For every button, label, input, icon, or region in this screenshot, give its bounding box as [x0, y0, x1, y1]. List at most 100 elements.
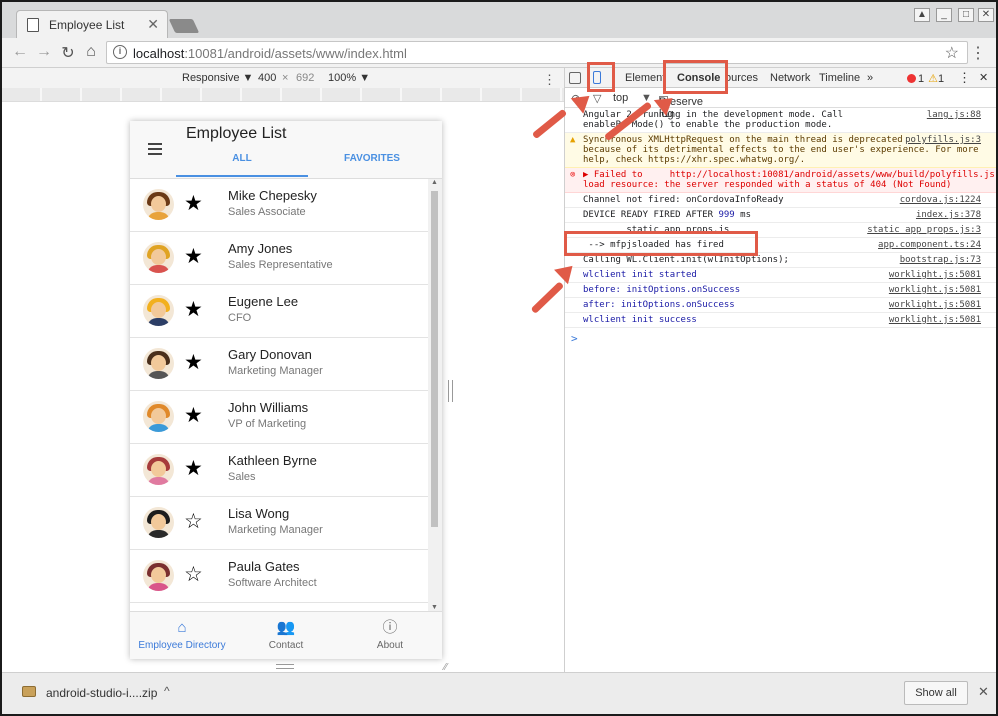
scroll-up-icon[interactable]: ▲	[431, 179, 438, 186]
avatar-body	[147, 424, 170, 432]
reload-icon[interactable]: ↻	[58, 43, 78, 63]
log-message-highlight	[564, 231, 758, 256]
bottom-nav-about[interactable]: ⓘ About	[338, 612, 442, 659]
list-item[interactable]: ★ Mike Chepesky Sales Associate	[130, 179, 428, 232]
warning-icon: ▲	[570, 135, 576, 145]
employee-name: Kathleen Byrne	[228, 453, 317, 468]
employee-role: Marketing Manager	[228, 365, 323, 377]
zoom-select[interactable]: 100% ▼	[328, 72, 370, 84]
list-item[interactable]: ☆ Paula Gates Software Architect	[130, 550, 428, 603]
bottom-nav-label: About	[376, 640, 404, 651]
console-source-link[interactable]: app.component.ts:24	[878, 240, 981, 250]
console-source-link[interactable]: bootstrap.js:73	[900, 255, 981, 265]
device-height-input[interactable]: 692	[296, 72, 314, 84]
list-item[interactable]: ★ Eugene Lee CFO	[130, 285, 428, 338]
context-select[interactable]: top	[613, 92, 628, 104]
device-mode-select[interactable]: Responsive ▼	[182, 72, 253, 84]
employee-role: VP of Marketing	[228, 418, 307, 430]
console-message: after: initOptions.onSuccess worklight.js…	[565, 298, 996, 313]
download-options-chevron-icon[interactable]: ^	[164, 684, 170, 698]
tab-sources[interactable]: ources	[725, 72, 758, 84]
site-info-icon[interactable]: i	[113, 45, 127, 59]
avatar-body	[147, 318, 170, 326]
tab-network[interactable]: Network	[770, 72, 810, 84]
star-filled-icon[interactable]: ★	[184, 298, 203, 322]
scrollbar-thumb[interactable]	[431, 191, 438, 527]
list-item[interactable]: ★ John Williams VP of Marketing	[130, 391, 428, 444]
console-message-text: after: initOptions.onSuccess	[583, 300, 735, 310]
device-options-icon[interactable]: ⋮	[543, 72, 556, 88]
scroll-down-icon[interactable]: ▼	[431, 604, 438, 611]
forward-arrow-icon[interactable]: →	[34, 43, 54, 61]
bookmark-star-icon[interactable]: ☆	[945, 43, 959, 63]
phone-viewport: Employee List ALL FAVORITES ★ Mike Chepes…	[130, 121, 442, 659]
tab-all[interactable]: ALL	[176, 153, 308, 164]
error-warning-counter[interactable]: 1 ⚠1	[907, 72, 944, 85]
devtools-menu-icon[interactable]: ⋮	[958, 70, 971, 86]
list-item[interactable]: ☆ Lisa Wong Marketing Manager	[130, 497, 428, 550]
viewport-resize-handle-right[interactable]	[448, 380, 453, 402]
download-filename[interactable]: android-studio-i....zip	[46, 686, 157, 700]
list-item[interactable]: ★ Gary Donovan Marketing Manager	[130, 338, 428, 391]
console-source-link[interactable]: index.js:378	[916, 210, 981, 220]
window-user-icon[interactable]: ▲	[914, 8, 930, 22]
warning-count: 1	[938, 73, 945, 85]
avatar	[143, 401, 174, 432]
console-source-link[interactable]: cordova.js:1224	[900, 195, 981, 205]
window-minimize-button[interactable]: _	[936, 8, 952, 22]
avatar-face	[151, 249, 166, 265]
console-source-link[interactable]: polyfills.js:3	[905, 135, 981, 145]
info-icon: ⓘ	[382, 619, 398, 636]
star-outline-icon[interactable]: ☆	[184, 510, 203, 534]
browser-menu-icon[interactable]: ⋮	[970, 43, 986, 63]
star-outline-icon[interactable]: ☆	[184, 563, 203, 587]
console-message-text: wlclient init success	[583, 315, 697, 325]
list-item[interactable]: ★ Kathleen Byrne Sales	[130, 444, 428, 497]
console-source-link[interactable]: static_app_props.js:3	[867, 225, 981, 235]
show-all-button[interactable]: Show all	[904, 681, 968, 705]
star-filled-icon[interactable]: ★	[184, 192, 203, 216]
console-source-link[interactable]: worklight.js:5081	[889, 300, 981, 310]
star-filled-icon[interactable]: ★	[184, 245, 203, 269]
bottom-nav-employee-directory[interactable]: ⌂ Employee Directory	[130, 612, 234, 659]
downloads-shelf: android-studio-i....zip ^ Show all ✕	[2, 672, 996, 714]
more-tabs-icon[interactable]: »	[867, 72, 873, 84]
star-filled-icon[interactable]: ★	[184, 457, 203, 481]
tab-elements[interactable]: Element	[625, 72, 665, 84]
viewport-resize-handle-bottom[interactable]	[276, 664, 294, 669]
device-width-input[interactable]: 400	[258, 72, 276, 84]
tab-favorites[interactable]: FAVORITES	[306, 153, 438, 164]
list-item[interactable]: ★ Amy Jones Sales Representative	[130, 232, 428, 285]
media-query-ruler[interactable]	[2, 88, 564, 102]
console-prompt[interactable]: >	[571, 332, 578, 345]
employee-name: Lisa Wong	[228, 506, 290, 521]
star-filled-icon[interactable]: ★	[184, 404, 203, 428]
app-header: Employee List ALL FAVORITES	[130, 121, 442, 179]
star-filled-icon[interactable]: ★	[184, 351, 203, 375]
close-shelf-icon[interactable]: ✕	[978, 684, 989, 700]
dimension-separator: ×	[282, 72, 289, 84]
console-source-link[interactable]: worklight.js:5081	[889, 270, 981, 280]
employee-name: Amy Jones	[228, 241, 293, 256]
avatar	[143, 242, 174, 273]
hamburger-menu-icon[interactable]	[148, 143, 162, 155]
new-tab-button[interactable]	[168, 19, 200, 33]
inspect-element-icon[interactable]	[569, 72, 581, 84]
list-scrollbar[interactable]: ▲ ▼	[428, 179, 442, 611]
window-maximize-button[interactable]: □	[958, 8, 974, 22]
console-message-text: Channel not fired: onCordovaInfoReady	[583, 195, 784, 205]
window-close-button[interactable]: ✕	[978, 8, 994, 22]
url-host: localhost	[133, 46, 185, 61]
console-source-link[interactable]: lang.js:88	[927, 110, 981, 120]
address-bar[interactable]: i localhost:10081/android/assets/www/ind…	[106, 41, 968, 64]
home-icon[interactable]: ⌂	[81, 43, 101, 61]
browser-tab[interactable]: Employee List ✕	[16, 10, 168, 38]
bottom-nav-contact[interactable]: 👥 Contact	[234, 612, 338, 659]
console-source-link[interactable]: worklight.js:5081	[889, 285, 981, 295]
devtools-close-icon[interactable]: ✕	[979, 71, 988, 84]
tab-close-icon[interactable]: ✕	[147, 16, 159, 33]
console-source-link[interactable]: worklight.js:5081	[889, 315, 981, 325]
list-item-partial[interactable]: P..l.i...	[130, 603, 428, 611]
tab-timeline[interactable]: Timeline	[819, 72, 860, 84]
back-arrow-icon[interactable]: ←	[10, 43, 30, 61]
